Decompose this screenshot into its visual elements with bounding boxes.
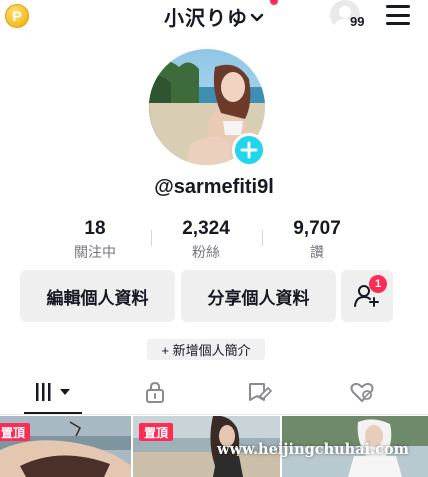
stat-likes-label: 讚 [310, 244, 324, 260]
stat-followers-label: 粉絲 [192, 244, 220, 260]
videos-grid-icon [35, 383, 70, 401]
profile-stats: 18 關注中 2,324 粉絲 9,707 讚 [0, 218, 428, 264]
tab-favorites[interactable] [205, 370, 312, 414]
share-profile-button[interactable]: 分享個人資料 [181, 270, 336, 322]
lock-icon [145, 381, 164, 403]
add-bio-button[interactable]: + 新增個人簡介 [147, 339, 265, 360]
hamburger-menu-icon[interactable] [386, 5, 410, 25]
visitor-count: 99 [350, 14, 365, 29]
stat-following[interactable]: 18 關注中 [40, 218, 150, 262]
watermark-text: www.heijingchuhai.com [217, 441, 409, 458]
share-profile-label: 分享個人資料 [207, 288, 310, 308]
profile-handle: @sarmefiti9l [154, 176, 274, 198]
add-friends-badge: 1 [369, 275, 387, 293]
liked-heart-icon [350, 382, 373, 402]
video-thumbnail[interactable]: 置頂 [0, 416, 131, 477]
favorites-icon [248, 383, 272, 401]
tab-private[interactable] [101, 370, 208, 414]
stat-following-value: 18 [84, 218, 106, 239]
username-title: 小沢りゆ [164, 8, 248, 30]
chevron-down-icon [250, 6, 264, 29]
content-tabs [0, 370, 428, 414]
pinned-badge: 置頂 [139, 423, 174, 441]
add-story-button[interactable] [232, 133, 266, 167]
add-bio-label: + 新增個人簡介 [161, 343, 251, 358]
stat-following-label: 關注中 [74, 244, 116, 260]
stat-likes[interactable]: 9,707 讚 [262, 218, 372, 262]
edit-profile-label: 編輯個人資料 [46, 288, 149, 308]
plus-icon [240, 141, 258, 159]
edit-profile-button[interactable]: 編輯個人資料 [20, 270, 175, 322]
pinned-badge: 置頂 [0, 423, 31, 441]
tab-videos[interactable] [0, 370, 107, 414]
top-bar: P 小沢りゆ 99 [0, 0, 428, 32]
stat-followers[interactable]: 2,324 粉絲 [151, 218, 261, 262]
stat-likes-value: 9,707 [293, 218, 341, 239]
avatar-container [149, 49, 266, 167]
tabs-divider [0, 414, 428, 415]
tab-liked[interactable] [308, 370, 415, 414]
stat-followers-value: 2,324 [182, 218, 230, 239]
